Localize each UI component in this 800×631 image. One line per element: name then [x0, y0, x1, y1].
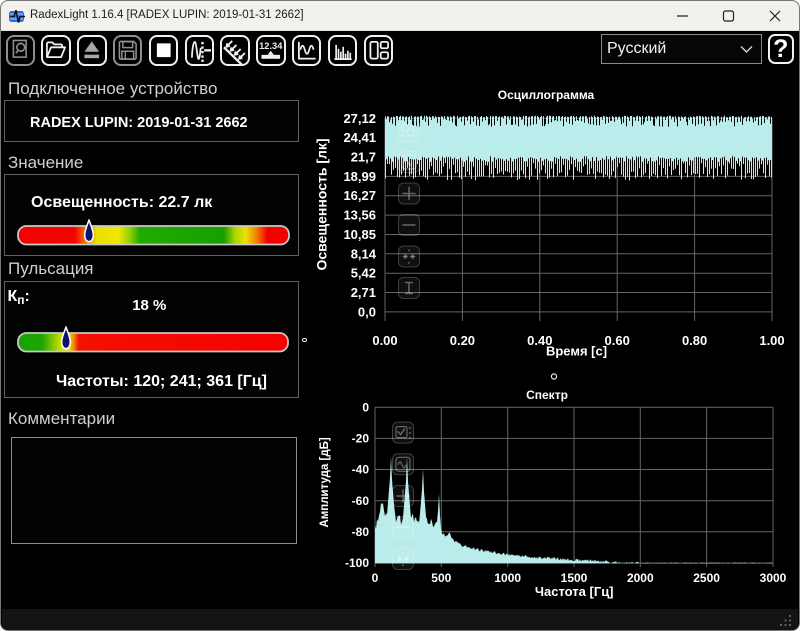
svg-text:Спектр: Спектр [526, 388, 568, 402]
svg-text:3000: 3000 [760, 571, 787, 585]
svg-text:2,71: 2,71 [351, 285, 376, 300]
svg-text:1.00: 1.00 [759, 333, 784, 348]
svg-text:0.20: 0.20 [450, 333, 475, 348]
svg-text:0.00: 0.00 [372, 333, 397, 348]
svg-text:8,14: 8,14 [351, 246, 377, 261]
svg-text:-100: -100 [345, 556, 369, 570]
svg-text:Амплитуда [дБ]: Амплитуда [дБ] [319, 437, 331, 527]
svg-text:Осциллограмма: Осциллограмма [498, 88, 595, 102]
svg-text:1500: 1500 [561, 571, 588, 585]
svg-text:-20: -20 [352, 432, 370, 446]
svg-text:18,99: 18,99 [343, 169, 376, 184]
svg-text:5,42: 5,42 [351, 266, 376, 281]
svg-text:21,7: 21,7 [351, 150, 376, 165]
svg-text:2500: 2500 [693, 571, 720, 585]
svg-text:0.80: 0.80 [682, 333, 707, 348]
svg-text:12.34: 12.34 [259, 41, 283, 51]
svg-text:Освещенность [лк]: Освещенность [лк] [313, 138, 329, 270]
svg-text:27,12: 27,12 [343, 111, 376, 126]
svg-text:500: 500 [431, 571, 451, 585]
svg-text:0,0: 0,0 [358, 304, 376, 319]
svg-text:24,41: 24,41 [343, 130, 376, 145]
svg-text:0: 0 [362, 400, 369, 414]
svg-text:10,85: 10,85 [343, 227, 376, 242]
svg-text:Время [с]: Время [с] [546, 344, 607, 359]
svg-text:-60: -60 [352, 494, 370, 508]
svg-text:16,27: 16,27 [343, 188, 376, 203]
svg-text:1000: 1000 [494, 571, 521, 585]
svg-text:13,56: 13,56 [343, 208, 376, 223]
svg-text:0.60: 0.60 [605, 333, 630, 348]
svg-text:Частота [Гц]: Частота [Гц] [535, 584, 614, 599]
svg-text:0: 0 [372, 571, 379, 585]
svg-text:2000: 2000 [627, 571, 654, 585]
svg-text:-40: -40 [352, 463, 370, 477]
svg-text:-80: -80 [352, 525, 370, 539]
